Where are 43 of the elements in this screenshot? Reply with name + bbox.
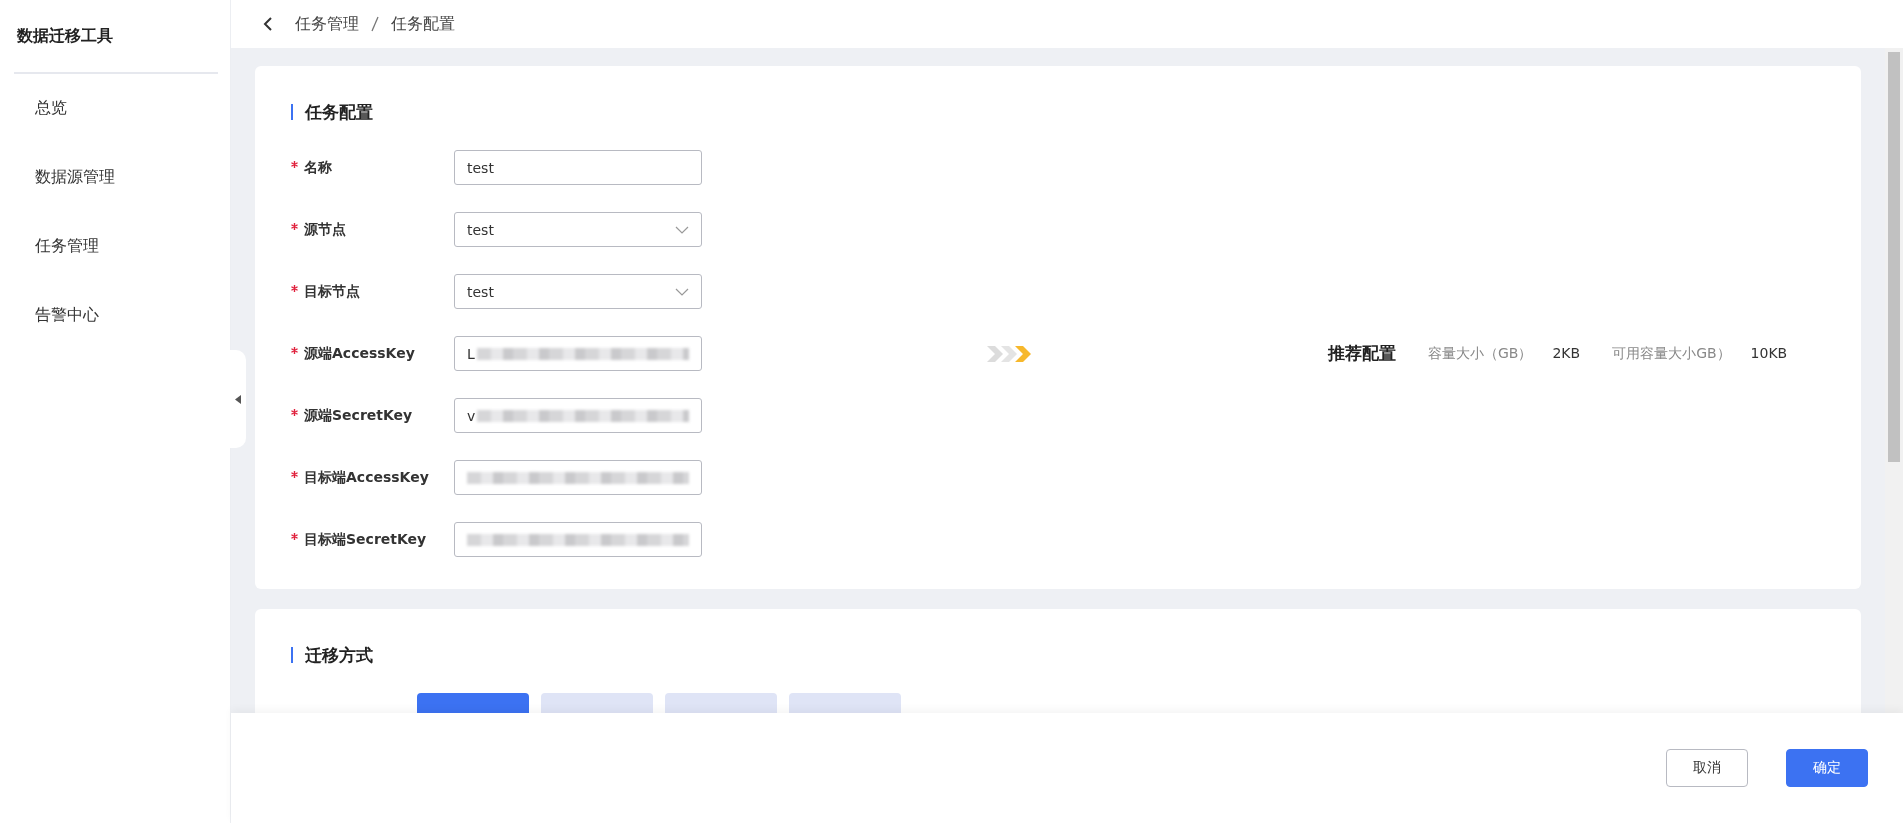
spec-value: 2KB <box>1552 344 1581 363</box>
field-label: 源端AccessKey <box>291 344 454 363</box>
section-title: 任务配置 <box>291 104 1825 120</box>
section-title: 迁移方式 <box>291 647 1825 663</box>
field-label: 目标节点 <box>291 282 454 301</box>
collapse-handle[interactable] <box>230 350 246 448</box>
sidebar-item[interactable]: 总览 <box>0 74 230 143</box>
required-icon <box>291 160 298 168</box>
required-icon <box>291 284 298 292</box>
chevron-down-icon <box>675 225 689 234</box>
required-icon <box>291 532 298 540</box>
input-field[interactable] <box>454 522 702 557</box>
field-label: 目标端SecretKey <box>291 530 454 549</box>
required-icon <box>291 346 298 354</box>
field-label: 源节点 <box>291 220 454 239</box>
breadcrumb-item: 任务配置 <box>391 13 455 35</box>
input-field[interactable]: test <box>454 150 702 185</box>
input-field[interactable]: L <box>454 336 702 371</box>
confirm-button[interactable]: 确定 <box>1786 749 1868 787</box>
required-icon <box>291 408 298 416</box>
spec-value: 10KB <box>1750 344 1788 363</box>
sidebar-item[interactable]: 告警中心 <box>0 281 230 350</box>
cancel-button[interactable]: 取消 <box>1666 749 1748 787</box>
caret-left-icon <box>235 394 241 404</box>
field-label: 源端SecretKey <box>291 406 454 425</box>
app-title: 数据迁移工具 <box>16 25 114 47</box>
required-icon <box>291 470 298 478</box>
chevron-down-icon <box>675 287 689 296</box>
field-label: 目标端AccessKey <box>291 468 454 487</box>
breadcrumb-item[interactable]: 任务管理 <box>295 13 359 35</box>
back-icon[interactable] <box>263 16 273 32</box>
spec-label: 可用容量大小GB） <box>1612 344 1731 363</box>
required-icon <box>291 222 298 230</box>
spec-label: 容量大小（GB） <box>1428 344 1533 363</box>
input-field[interactable] <box>454 460 702 495</box>
select-field[interactable]: test <box>454 212 702 247</box>
recommendation-title: 推荐配置 <box>1328 342 1396 365</box>
input-field[interactable]: v <box>454 398 702 433</box>
field-label: 名称 <box>291 158 454 177</box>
separator-icon <box>371 16 379 32</box>
select-field[interactable]: test <box>454 274 702 309</box>
sidebar-item[interactable]: 数据源管理 <box>0 143 230 212</box>
sidebar-item[interactable]: 任务管理 <box>0 212 230 281</box>
